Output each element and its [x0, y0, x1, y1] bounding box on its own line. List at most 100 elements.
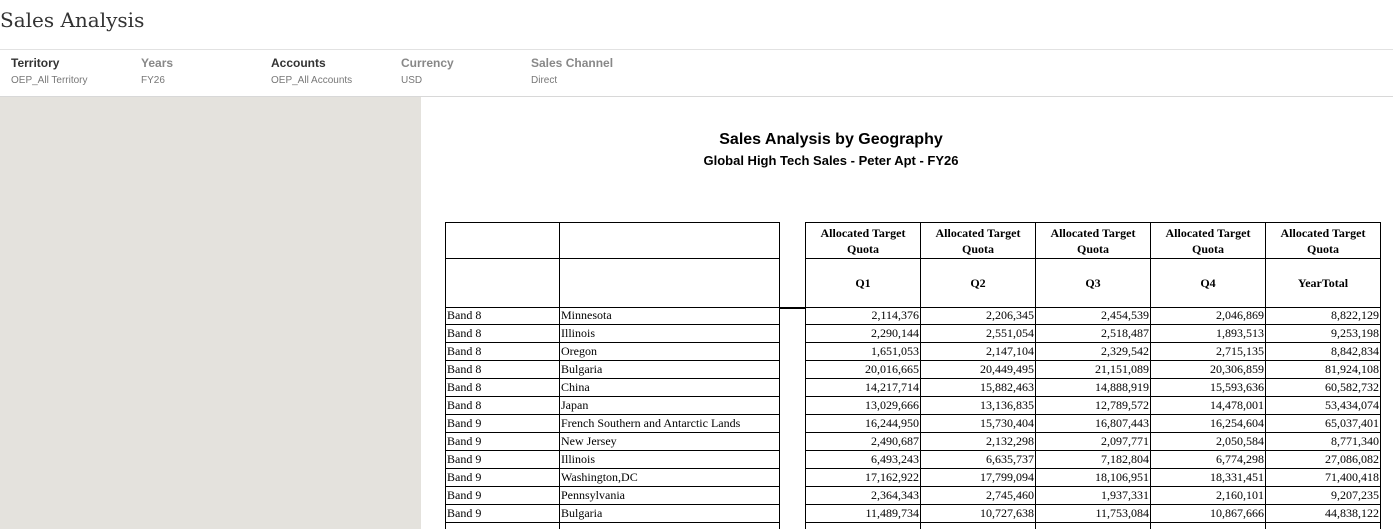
column-header-period[interactable]: Q4 — [1150, 258, 1266, 308]
data-cell[interactable]: 17,799,094 — [920, 469, 1036, 487]
data-cell[interactable]: 15,730,404 — [920, 415, 1036, 433]
data-cell[interactable]: 11,753,084 — [1035, 505, 1151, 523]
data-cell[interactable]: 13,029,666 — [805, 397, 921, 415]
data-cell[interactable]: 15,593,636 — [1150, 379, 1266, 397]
data-cell[interactable]: 65,037,401 — [1265, 415, 1381, 433]
data-cell-partial — [1265, 523, 1381, 529]
column-header-period[interactable]: Q1 — [805, 258, 921, 308]
corner-header-geo — [559, 222, 780, 259]
data-cell[interactable]: 2,745,460 — [920, 487, 1036, 505]
data-cell[interactable]: 2,454,539 — [1035, 307, 1151, 325]
data-cell[interactable]: 6,635,737 — [920, 451, 1036, 469]
header-separator — [780, 307, 806, 309]
data-cell[interactable]: 2,046,869 — [1150, 307, 1266, 325]
data-cell-partial — [920, 523, 1036, 529]
data-cell[interactable]: 2,097,771 — [1035, 433, 1151, 451]
column-header-period[interactable]: Q3 — [1035, 258, 1151, 308]
data-cell[interactable]: 2,050,584 — [1150, 433, 1266, 451]
data-cell[interactable]: 2,490,687 — [805, 433, 921, 451]
row-band-cell: Band 9 — [445, 469, 560, 487]
row-band-cell: Band 9 — [445, 451, 560, 469]
data-cell[interactable]: 1,937,331 — [1035, 487, 1151, 505]
data-cell[interactable]: 20,449,495 — [920, 361, 1036, 379]
data-cell[interactable]: 14,478,001 — [1150, 397, 1266, 415]
data-cell[interactable]: 71,400,418 — [1265, 469, 1381, 487]
data-cell[interactable]: 11,489,734 — [805, 505, 921, 523]
data-cell[interactable]: 60,582,732 — [1265, 379, 1381, 397]
data-cell[interactable]: 10,867,666 — [1150, 505, 1266, 523]
pov-sales-channel[interactable]: Sales Channel Direct — [531, 56, 613, 86]
pov-years[interactable]: Years FY26 — [141, 56, 173, 86]
data-cell[interactable]: 15,882,463 — [920, 379, 1036, 397]
data-cell[interactable]: 18,331,451 — [1150, 469, 1266, 487]
column-header-measure[interactable]: Allocated Target Quota — [1265, 222, 1381, 259]
data-cell[interactable]: 9,253,198 — [1265, 325, 1381, 343]
data-cell[interactable]: 2,715,135 — [1150, 343, 1266, 361]
report-panel[interactable]: Sales Analysis by Geography Global High … — [421, 97, 1393, 529]
pov-territory[interactable]: Territory OEP_All Territory — [11, 56, 88, 86]
data-cell[interactable]: 2,206,345 — [920, 307, 1036, 325]
data-cell[interactable]: 2,364,343 — [805, 487, 921, 505]
data-cell[interactable]: 20,016,665 — [805, 361, 921, 379]
column-header-measure[interactable]: Allocated Target Quota — [920, 222, 1036, 259]
data-cell[interactable]: 7,182,804 — [1035, 451, 1151, 469]
data-cell[interactable]: 16,807,443 — [1035, 415, 1151, 433]
pov-label: Accounts — [271, 56, 326, 70]
data-cell[interactable]: 14,888,919 — [1035, 379, 1151, 397]
pov-label: Territory — [11, 56, 60, 70]
data-cell[interactable]: 16,244,950 — [805, 415, 921, 433]
data-cell[interactable]: 2,551,054 — [920, 325, 1036, 343]
row-band-cell: Band 9 — [445, 433, 560, 451]
data-cell[interactable]: 2,518,487 — [1035, 325, 1151, 343]
data-cell[interactable]: 2,160,101 — [1150, 487, 1266, 505]
pov-accounts[interactable]: Accounts OEP_All Accounts — [271, 56, 352, 86]
data-cell[interactable]: 2,329,542 — [1035, 343, 1151, 361]
column-header-measure[interactable]: Allocated Target Quota — [805, 222, 921, 259]
column-header-measure[interactable]: Allocated Target Quota — [1035, 222, 1151, 259]
row-band-cell: Band 8 — [445, 361, 560, 379]
data-cell[interactable]: 6,493,243 — [805, 451, 921, 469]
data-cell[interactable]: 53,434,074 — [1265, 397, 1381, 415]
row-band-cell: Band 8 — [445, 307, 560, 325]
data-cell[interactable]: 44,838,122 — [1265, 505, 1381, 523]
data-cell[interactable]: 20,306,859 — [1150, 361, 1266, 379]
pov-value: FY26 — [141, 75, 165, 86]
data-cell[interactable]: 1,651,053 — [805, 343, 921, 361]
pov-currency[interactable]: Currency USD — [401, 56, 454, 86]
data-cell[interactable]: 14,217,714 — [805, 379, 921, 397]
column-header-measure[interactable]: Allocated Target Quota — [1150, 222, 1266, 259]
data-cell[interactable]: 8,771,340 — [1265, 433, 1381, 451]
data-cell[interactable]: 2,114,376 — [805, 307, 921, 325]
data-cell[interactable]: 8,822,129 — [1265, 307, 1381, 325]
data-cell[interactable]: 12,789,572 — [1035, 397, 1151, 415]
data-cell[interactable]: 6,774,298 — [1150, 451, 1266, 469]
left-panel — [0, 97, 421, 529]
data-cell[interactable]: 2,147,104 — [920, 343, 1036, 361]
data-cell[interactable]: 21,151,089 — [1035, 361, 1151, 379]
data-cell[interactable]: 2,132,298 — [920, 433, 1036, 451]
data-cell[interactable]: 1,893,513 — [1150, 325, 1266, 343]
column-header-period[interactable]: Q2 — [920, 258, 1036, 308]
corner-header-band — [445, 222, 560, 259]
data-cell[interactable]: 16,254,604 — [1150, 415, 1266, 433]
row-geo-cell: Bulgaria — [559, 505, 780, 523]
corner-header-band-2 — [445, 258, 560, 308]
pov-value: USD — [401, 75, 423, 86]
row-band-cell: Band 8 — [445, 397, 560, 415]
data-cell[interactable]: 2,290,144 — [805, 325, 921, 343]
data-cell[interactable]: 27,086,082 — [1265, 451, 1381, 469]
data-cell[interactable]: 13,136,835 — [920, 397, 1036, 415]
corner-header-geo-2 — [559, 258, 780, 308]
data-cell[interactable]: 10,727,638 — [920, 505, 1036, 523]
row-band-cell: Band 9 — [445, 505, 560, 523]
data-cell[interactable]: 18,106,951 — [1035, 469, 1151, 487]
data-cell[interactable]: 9,207,235 — [1265, 487, 1381, 505]
column-header-period[interactable]: YearTotal — [1265, 258, 1381, 308]
data-cell[interactable]: 8,842,834 — [1265, 343, 1381, 361]
data-cell-partial — [1035, 523, 1151, 529]
row-geo-cell: Illinois — [559, 325, 780, 343]
pov-value: OEP_All Accounts — [271, 75, 353, 86]
data-cell[interactable]: 17,162,922 — [805, 469, 921, 487]
pov-label: Currency — [401, 56, 454, 70]
data-cell[interactable]: 81,924,108 — [1265, 361, 1381, 379]
